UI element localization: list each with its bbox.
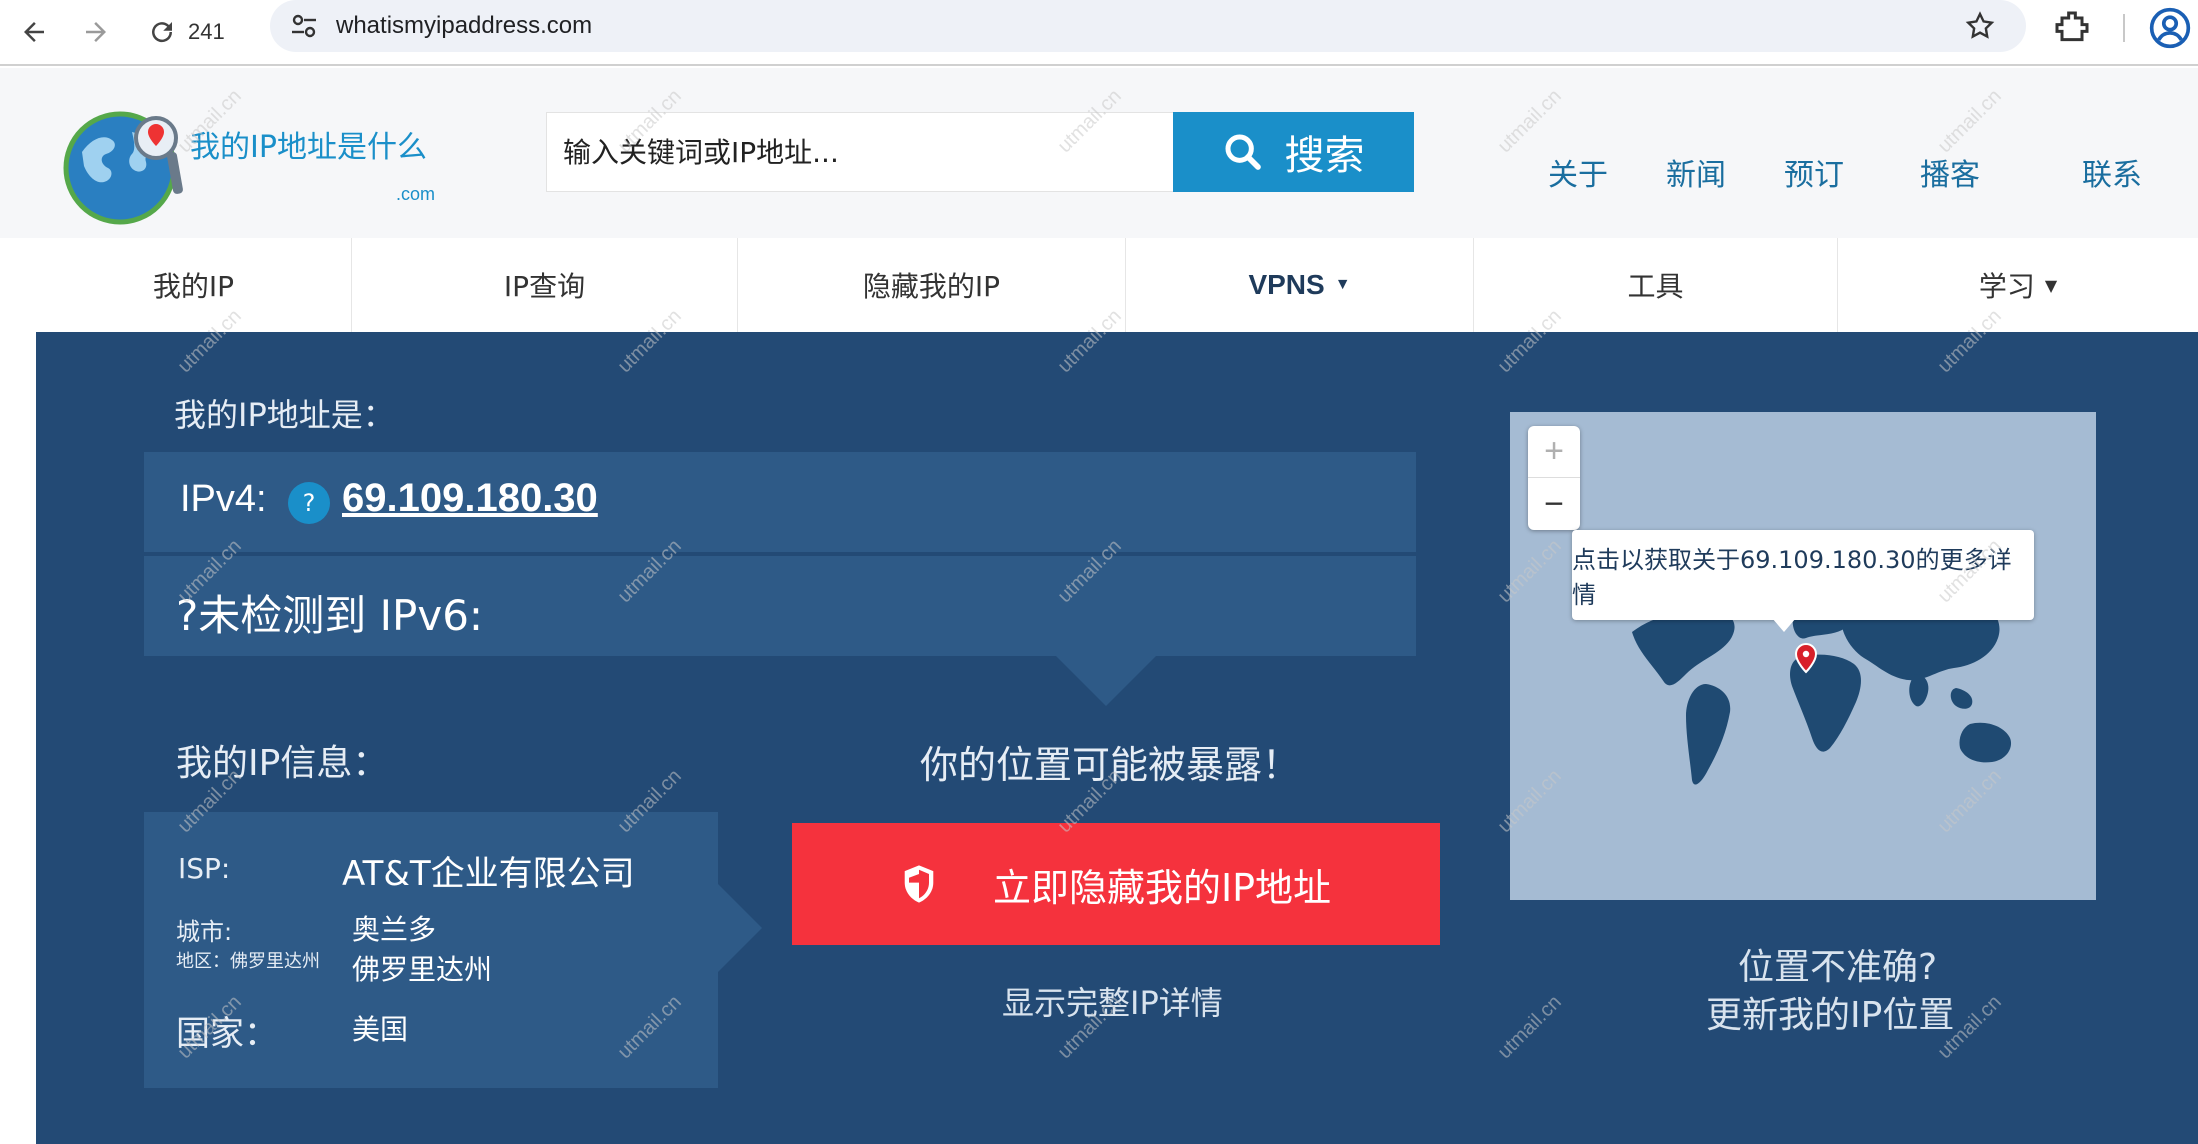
update-location-link[interactable]: 更新我的IP位置	[1706, 986, 1954, 1038]
ip-info-panel: 我的IP地址是： IPv4: ? 69.109.180.30 ?未检测到 IPv…	[36, 332, 2198, 1144]
site-logo-text[interactable]: 我的IP地址是什么	[190, 122, 427, 166]
nav-my-ip-label: 我的IP	[152, 270, 235, 303]
location-map[interactable]: + − 点击以获取关于69.109.180.30的更多详情	[1510, 412, 2096, 900]
arrow-left-icon	[24, 22, 44, 42]
nav-ip-lookup-label: IP查询	[503, 270, 586, 303]
nav-tools[interactable]: 工具	[1474, 238, 1838, 332]
search-button-label: 搜索	[1284, 133, 1365, 179]
ipv4-label: IPv4:	[180, 478, 267, 520]
site-header: 我的IP地址是什么 .com 搜索 关于 新闻 预订 播客 联系	[0, 68, 2198, 238]
profile-avatar-icon[interactable]	[2148, 6, 2192, 50]
search-input[interactable]	[547, 113, 1173, 191]
nav-hide-my-ip-label: 隐藏我的IP	[862, 270, 1001, 303]
hide-my-ip-label: 立即隐藏我的IP地址	[992, 865, 1332, 910]
site-logo-suffix: .com	[396, 184, 436, 204]
city-label: 城市:	[176, 918, 233, 946]
info-box-pointer	[718, 884, 762, 972]
search-box	[546, 112, 1174, 192]
ipv4-row: IPv4: ? 69.109.180.30	[144, 452, 1416, 552]
reload-icon	[152, 22, 173, 43]
location-inaccurate-text: 位置不准确?	[1738, 947, 1938, 988]
info-heading: 我的IP信息：	[176, 743, 389, 784]
isp-label: ISP:	[178, 852, 231, 885]
ipv4-address[interactable]: 69.109.180.30	[342, 476, 598, 521]
hide-my-ip-button[interactable]: 立即隐藏我的IP地址	[792, 823, 1440, 945]
exposed-warning: 你的位置可能被暴露！	[920, 743, 1301, 787]
address-bar[interactable]: whatismyipaddress.com	[270, 0, 2026, 52]
ip-heading: 我的IP地址是：	[174, 396, 395, 434]
top-link-news[interactable]: 新闻	[1666, 150, 1726, 194]
top-link-contact[interactable]: 联系	[2082, 150, 2142, 194]
top-link-booking[interactable]: 预订	[1784, 150, 1844, 194]
ipv6-row: ?未检测到 IPv6:	[144, 556, 1416, 656]
browser-toolbar: 241 whatismyipaddress.com	[0, 0, 2198, 66]
shield-icon	[904, 865, 934, 903]
url-text: whatismyipaddress.com	[336, 12, 593, 39]
isp-value: AT&T企业有限公司	[342, 854, 635, 894]
country-label: 国家：	[176, 1014, 278, 1054]
chevron-down-icon: ▼	[1334, 276, 1351, 293]
world-map-image	[1510, 412, 2096, 900]
map-tooltip-text: 点击以获取关于69.109.180.30的更多详情	[1572, 546, 2012, 609]
nav-learn-label: 学习	[1978, 270, 2035, 303]
site-settings-icon[interactable]	[288, 10, 320, 42]
tab-count[interactable]: 241	[188, 6, 225, 58]
city-value: 奥兰多	[352, 913, 437, 946]
region-label: 地区：佛罗里达州	[176, 951, 320, 972]
show-full-details-link[interactable]: 显示完整IP详情	[1002, 978, 1223, 1024]
search-icon	[1225, 134, 1261, 170]
ipv6-label: ?未检测到 IPv6:	[176, 591, 484, 640]
callout-pointer	[1056, 656, 1156, 706]
extensions-puzzle-icon[interactable]	[2052, 8, 2092, 48]
map-zoom-control: + −	[1528, 426, 1580, 530]
nav-vpns-label: VPNS	[1248, 269, 1325, 300]
globe-logo-icon[interactable]	[62, 102, 186, 226]
map-tooltip-tail	[1772, 618, 1796, 632]
nav-vpns[interactable]: VPNS ▼	[1126, 238, 1474, 332]
help-question-icon[interactable]: ?	[288, 482, 330, 524]
chevron-down-icon: ▼	[2044, 275, 2058, 295]
back-button[interactable]	[8, 6, 60, 58]
country-value: 美国	[352, 1013, 409, 1046]
bookmark-star-icon[interactable]	[1964, 10, 1996, 42]
forward-button[interactable]	[70, 6, 122, 58]
nav-hide-my-ip[interactable]: 隐藏我的IP	[738, 238, 1126, 332]
region-value: 佛罗里达州	[352, 953, 493, 986]
ip-details-box: ISP: AT&T企业有限公司 城市: 奥兰多 地区：佛罗里达州 佛罗里达州 国…	[144, 812, 718, 1088]
map-tooltip[interactable]: 点击以获取关于69.109.180.30的更多详情	[1572, 530, 2034, 632]
arrow-right-icon	[86, 22, 106, 42]
nav-learn[interactable]: 学习 ▼	[1838, 238, 2198, 332]
top-link-about[interactable]: 关于	[1548, 150, 1608, 194]
search-button[interactable]: 搜索	[1173, 112, 1414, 192]
toolbar-divider	[2123, 14, 2125, 42]
nav-tools-label: 工具	[1627, 270, 1684, 303]
nav-ip-lookup[interactable]: IP查询	[352, 238, 738, 332]
main-nav: 我的IP IP查询 隐藏我的IP VPNS ▼ 工具 学习 ▼	[36, 238, 2198, 332]
zoom-out-button[interactable]: −	[1528, 478, 1580, 530]
zoom-in-button[interactable]: +	[1528, 426, 1580, 478]
nav-my-ip[interactable]: 我的IP	[36, 238, 352, 332]
top-link-podcast[interactable]: 播客	[1920, 150, 1980, 194]
reload-button[interactable]	[136, 6, 188, 58]
